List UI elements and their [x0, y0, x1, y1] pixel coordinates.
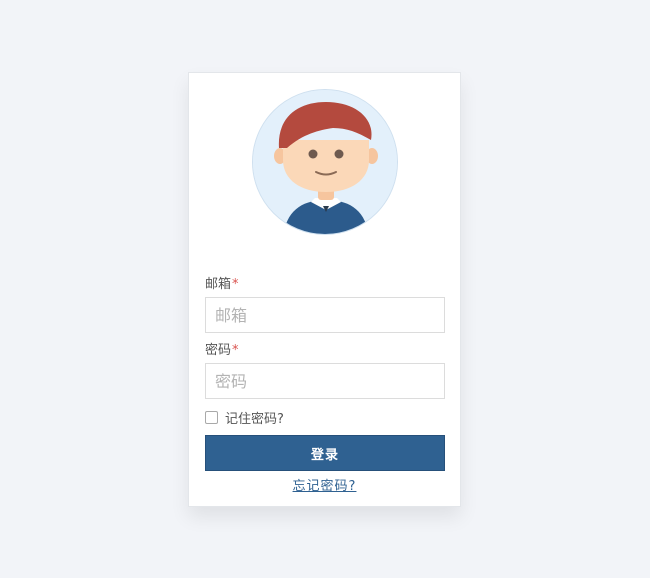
email-required-mark: *: [232, 277, 239, 292]
email-input[interactable]: [205, 297, 445, 333]
login-card: 邮箱* 密码* 记住密码? 登录 忘记密码?: [188, 72, 461, 507]
password-label-text: 密码: [205, 343, 232, 358]
user-avatar-icon: [253, 90, 397, 234]
remember-checkbox[interactable]: [205, 410, 218, 424]
password-label: 密码*: [205, 343, 239, 359]
remember-label[interactable]: 记住密码?: [225, 408, 284, 427]
password-input[interactable]: [205, 363, 445, 399]
remember-password[interactable]: 记住密码?: [205, 408, 284, 427]
email-label: 邮箱*: [205, 277, 239, 293]
login-button[interactable]: 登录: [205, 435, 445, 471]
password-required-mark: *: [232, 343, 239, 358]
avatar: [252, 89, 398, 235]
email-label-text: 邮箱: [205, 277, 232, 292]
forgot-password-link[interactable]: 忘记密码?: [189, 475, 460, 494]
